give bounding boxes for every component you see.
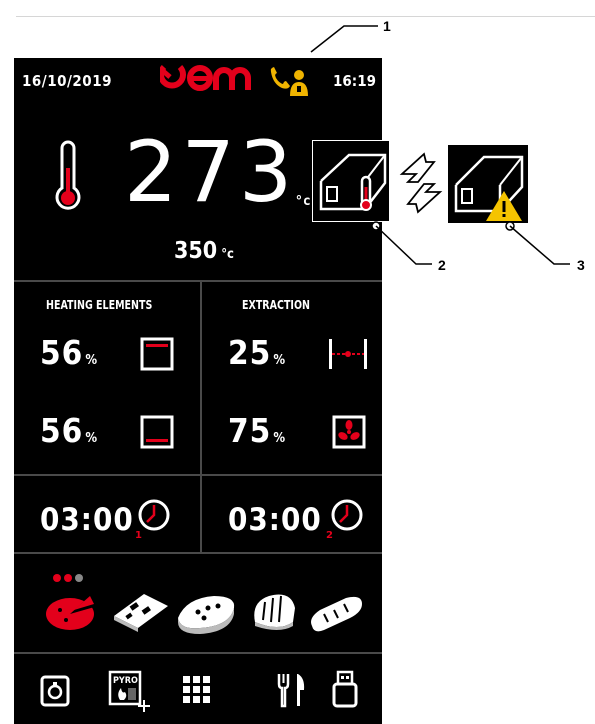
callout-lines: [310, 25, 570, 265]
callout-1-label: 1: [383, 18, 391, 34]
callout-2-label: 2: [438, 257, 446, 273]
callout-3-label: 3: [577, 257, 585, 273]
